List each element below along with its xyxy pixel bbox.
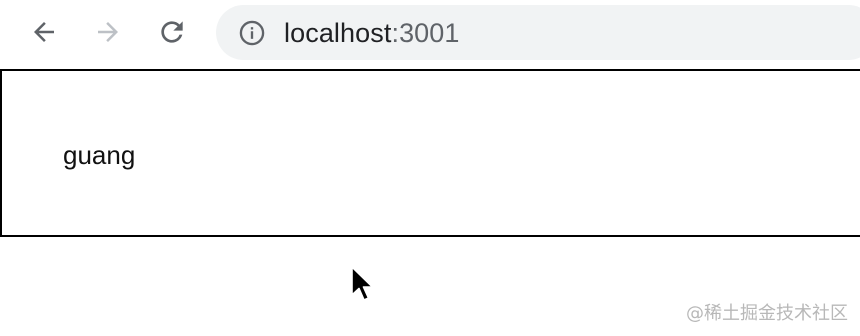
url-text[interactable]: localhost:3001 [284,17,460,49]
back-button[interactable] [26,14,62,50]
reload-icon [161,21,183,43]
info-circle-icon[interactable] [238,19,266,47]
forward-button[interactable] [90,14,126,50]
watermark-text: @稀土掘金技术社区 [686,303,848,324]
mouse-cursor-icon [351,266,374,301]
arrow-left-icon [34,22,54,42]
url-port: :3001 [391,18,460,48]
page-content-box: guang [0,69,860,237]
reload-button[interactable] [154,14,190,50]
url-host: localhost [284,18,392,48]
page-text: guang [63,140,136,170]
browser-toolbar: localhost:3001 [0,0,860,68]
arrow-right-icon [98,22,118,42]
address-bar[interactable]: localhost:3001 [216,5,860,60]
